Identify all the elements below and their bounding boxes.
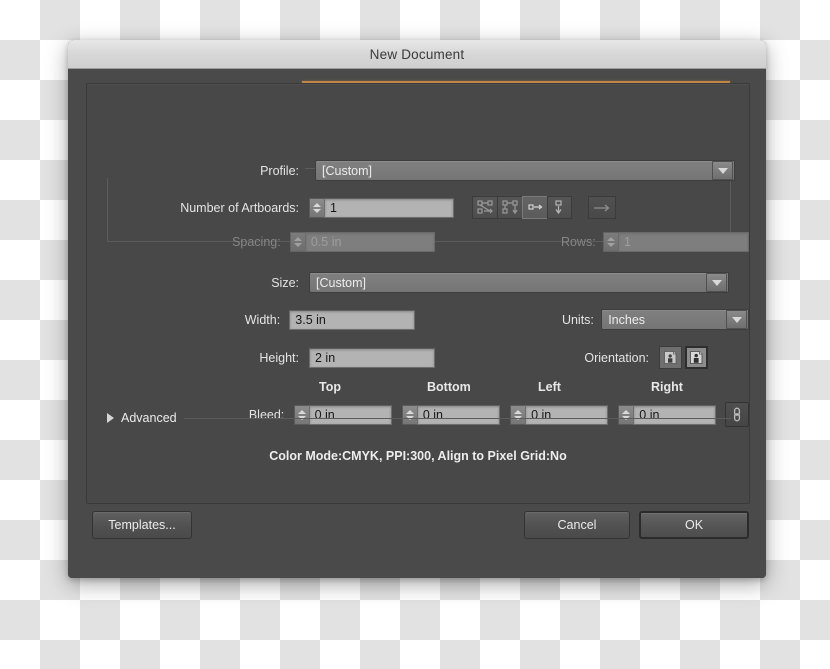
bleed-column-bottom-label: Bottom bbox=[427, 380, 471, 394]
units-label: Units: bbox=[561, 312, 594, 327]
chevron-down-icon bbox=[706, 273, 727, 292]
size-label: Size: bbox=[271, 275, 299, 290]
advanced-divider bbox=[183, 417, 731, 419]
artboards-input[interactable] bbox=[324, 197, 454, 218]
arrange-by-column-icon[interactable] bbox=[547, 196, 572, 219]
ok-button[interactable]: OK bbox=[639, 511, 749, 539]
advanced-disclosure[interactable]: Advanced bbox=[107, 411, 731, 425]
units-select-value: Inches bbox=[608, 312, 646, 327]
height-orientation-row: Height: Orientation: bbox=[87, 346, 749, 369]
size-row: Size: [Custom] bbox=[87, 272, 749, 293]
cancel-button[interactable]: Cancel bbox=[524, 511, 630, 539]
width-input[interactable] bbox=[289, 309, 416, 330]
spacing-stepper bbox=[289, 232, 435, 252]
size-select-value: [Custom] bbox=[316, 275, 367, 290]
dialog-titlebar[interactable]: New Document bbox=[68, 40, 766, 69]
artboard-layout-buttons bbox=[472, 196, 572, 219]
spacing-rows-row: Spacing: Rows: bbox=[87, 232, 749, 252]
width-label: Width: bbox=[244, 312, 281, 327]
artboards-row: Number of Artboards: bbox=[87, 196, 749, 219]
right-to-left-layout-icon[interactable] bbox=[588, 196, 616, 219]
dialog-title: New Document bbox=[369, 46, 465, 62]
profile-label: Profile: bbox=[87, 163, 305, 178]
spacing-stepper-arrows bbox=[289, 232, 305, 252]
dialog-body: Name: Profile: [Custom] Number of Artboa… bbox=[68, 69, 766, 578]
grid-by-row-icon[interactable] bbox=[472, 196, 497, 219]
landscape-orientation-icon[interactable] bbox=[685, 346, 708, 369]
profile-row: Profile: [Custom] bbox=[87, 160, 749, 181]
arrow-down-icon bbox=[607, 243, 615, 247]
width-units-row: Width: Units: Inches bbox=[87, 309, 749, 330]
arrow-down-icon bbox=[313, 208, 321, 213]
bleed-column-left-label: Left bbox=[538, 380, 561, 394]
arrow-up-icon bbox=[293, 237, 302, 241]
chevron-down-icon bbox=[726, 310, 747, 329]
document-settings-panel: Profile: [Custom] Number of Artboards: 1… bbox=[86, 83, 750, 504]
grid-by-column-icon[interactable] bbox=[497, 196, 522, 219]
orientation-label: Orientation: bbox=[584, 350, 649, 365]
orientation-buttons bbox=[659, 346, 708, 369]
height-input[interactable] bbox=[309, 347, 435, 368]
rows-label: Rows: bbox=[560, 235, 596, 249]
profile-select[interactable]: [Custom] bbox=[315, 160, 735, 181]
rows-stepper bbox=[603, 232, 749, 252]
artboards-stepper[interactable] bbox=[309, 197, 454, 218]
chevron-down-icon bbox=[712, 161, 733, 180]
units-select[interactable]: Inches bbox=[601, 309, 749, 330]
bleed-column-top-label: Top bbox=[319, 380, 341, 394]
chevron-right-icon bbox=[107, 413, 114, 423]
height-label: Height: bbox=[259, 350, 299, 365]
advanced-label: Advanced bbox=[121, 411, 177, 425]
portrait-orientation-icon[interactable] bbox=[659, 346, 682, 369]
arrow-down-icon bbox=[293, 243, 302, 247]
arrow-up-icon bbox=[313, 202, 321, 207]
size-select[interactable]: [Custom] bbox=[309, 272, 729, 293]
new-document-dialog: New Document Name: Profile: [Custom] bbox=[68, 40, 766, 578]
rows-stepper-arrows bbox=[603, 232, 618, 252]
document-summary-text: Color Mode:CMYK, PPI:300, Align to Pixel… bbox=[269, 449, 567, 463]
spacing-input bbox=[304, 232, 435, 252]
arrange-by-row-icon[interactable] bbox=[522, 196, 547, 219]
profile-select-value: [Custom] bbox=[322, 163, 373, 178]
arrow-up-icon bbox=[607, 237, 615, 241]
artboards-stepper-arrows[interactable] bbox=[309, 197, 324, 218]
rows-input bbox=[618, 232, 749, 252]
templates-button[interactable]: Templates... bbox=[92, 511, 192, 539]
artboards-label: Number of Artboards: bbox=[180, 200, 299, 215]
bleed-column-right-label: Right bbox=[651, 380, 683, 394]
spacing-label: Spacing: bbox=[232, 235, 281, 249]
